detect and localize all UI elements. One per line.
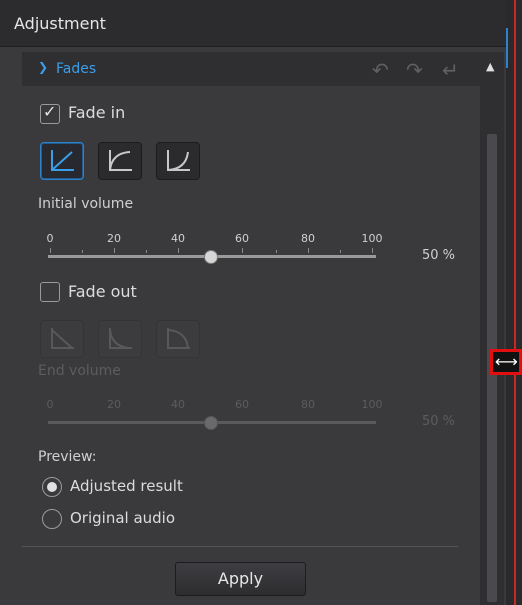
adjusted-result-radio[interactable] bbox=[42, 477, 62, 497]
tick-mark bbox=[242, 248, 243, 253]
tick-mark bbox=[276, 250, 277, 253]
fade-out-linear-icon bbox=[51, 328, 74, 349]
tick-label: 80 bbox=[301, 398, 315, 411]
fades-section-header[interactable]: ❯ Fades ↶ ↷ ↵ bbox=[22, 52, 480, 86]
undo-icon[interactable]: ↶ bbox=[372, 58, 389, 82]
fade-out-shape-linear-button[interactable] bbox=[40, 320, 84, 358]
fade-linear-icon bbox=[51, 150, 74, 171]
end-volume-label: End volume bbox=[38, 363, 121, 379]
apply-button[interactable]: Apply bbox=[175, 562, 306, 596]
fade-log-icon bbox=[109, 150, 132, 171]
panel-titlebar: Adjustment bbox=[0, 0, 506, 47]
tick-label: 20 bbox=[107, 398, 121, 411]
fade-in-shape-linear-button[interactable] bbox=[40, 142, 84, 180]
tick-label: 100 bbox=[361, 398, 383, 411]
tick-label: 20 bbox=[107, 232, 121, 245]
radio-selected-dot bbox=[47, 482, 57, 492]
original-audio-label[interactable]: Original audio bbox=[70, 509, 175, 527]
fade-in-checkbox[interactable]: ✓ bbox=[40, 102, 60, 124]
scrollbar[interactable]: ▲ bbox=[480, 52, 504, 605]
tick-mark bbox=[50, 248, 51, 253]
divider bbox=[22, 546, 458, 547]
fade-in-label[interactable]: Fade in bbox=[68, 103, 125, 122]
tick-mark bbox=[114, 248, 115, 253]
tick-mark bbox=[372, 248, 373, 253]
preview-label: Preview: bbox=[38, 449, 97, 465]
fade-out-label[interactable]: Fade out bbox=[68, 282, 137, 301]
redo-icon[interactable]: ↷ bbox=[406, 58, 423, 82]
fade-out-shape-exp-button[interactable] bbox=[156, 320, 200, 358]
end-volume-value: 50 % bbox=[422, 414, 456, 429]
tick-label: 40 bbox=[171, 398, 185, 411]
tick-label: 60 bbox=[235, 232, 249, 245]
fades-section-label[interactable]: Fades bbox=[56, 61, 96, 77]
tick-label: 0 bbox=[46, 232, 54, 245]
fade-out-exp-icon bbox=[167, 328, 190, 349]
tick-label: 40 bbox=[171, 232, 185, 245]
pane-divider-line bbox=[514, 0, 516, 605]
initial-volume-value: 50 % bbox=[422, 248, 456, 263]
tick-mark bbox=[308, 248, 309, 253]
fade-out-checkbox[interactable] bbox=[40, 282, 60, 302]
initial-volume-label: Initial volume bbox=[38, 196, 134, 212]
tick-label: 100 bbox=[361, 232, 383, 245]
tick-mark bbox=[146, 250, 147, 253]
panel-title: Adjustment bbox=[14, 14, 106, 33]
tick-label: 80 bbox=[301, 232, 315, 245]
end-volume-slider-handle[interactable] bbox=[204, 416, 218, 430]
pane-accent-mark bbox=[506, 28, 508, 68]
fade-exp-icon bbox=[167, 150, 190, 171]
tick-label: 60 bbox=[235, 398, 249, 411]
chevron-down-icon[interactable]: ❯ bbox=[38, 60, 48, 74]
adjustment-panel: Adjustment ❯ Fades ↶ ↷ ↵ ✓ Fade in Initi… bbox=[0, 0, 506, 605]
tick-mark bbox=[82, 250, 83, 253]
reset-icon[interactable]: ↵ bbox=[442, 58, 459, 82]
fade-in-shape-log-button[interactable] bbox=[98, 142, 142, 180]
fades-content: ✓ Fade in Initial volume 0 20 40 60 80 1… bbox=[22, 86, 480, 605]
initial-volume-slider-handle[interactable] bbox=[204, 250, 218, 264]
resize-handle[interactable]: ⟷ bbox=[490, 349, 522, 375]
original-audio-radio[interactable] bbox=[42, 509, 62, 529]
tick-label: 0 bbox=[46, 398, 54, 411]
fade-out-shape-log-button[interactable] bbox=[98, 320, 142, 358]
resize-horizontal-icon: ⟷ bbox=[495, 352, 518, 371]
tick-mark bbox=[340, 250, 341, 253]
check-icon: ✓ bbox=[43, 102, 57, 121]
fade-out-log-icon bbox=[109, 328, 132, 349]
fade-in-shape-exp-button[interactable] bbox=[156, 142, 200, 180]
adjusted-result-label[interactable]: Adjusted result bbox=[70, 477, 183, 495]
tick-mark bbox=[178, 248, 179, 253]
scroll-up-arrow-icon[interactable]: ▲ bbox=[486, 60, 494, 73]
